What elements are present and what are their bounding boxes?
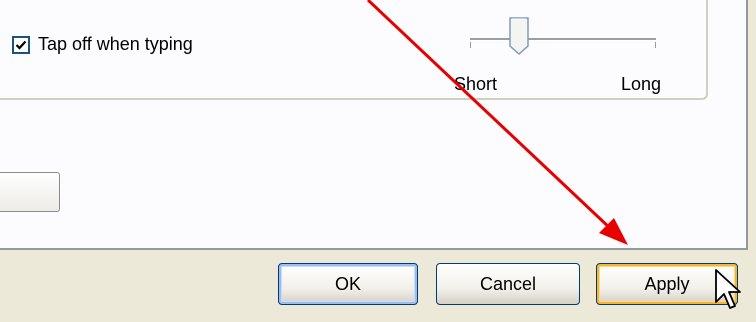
timeout-slider[interactable]	[470, 16, 660, 56]
apply-button[interactable]: Apply	[596, 263, 738, 305]
properties-dialog: Tap off when typing Short Long OK Cancel…	[0, 0, 756, 322]
checkmark-icon	[15, 40, 27, 50]
tap-off-when-typing-checkbox[interactable]	[12, 35, 30, 54]
ok-button[interactable]: OK	[278, 263, 418, 305]
slider-thumb-icon[interactable]	[508, 16, 532, 56]
tap-off-when-typing-option[interactable]: Tap off when typing	[12, 34, 193, 55]
tab-panel: Tap off when typing Short Long	[0, 0, 748, 250]
tap-off-when-typing-label: Tap off when typing	[38, 34, 193, 54]
slider-min-label: Short	[454, 74, 498, 94]
cancel-button[interactable]: Cancel	[436, 263, 580, 305]
settings-button[interactable]	[0, 172, 60, 212]
slider-max-label: Long	[621, 74, 662, 94]
slider-track[interactable]	[470, 38, 656, 41]
touchpad-settings-group: Tap off when typing Short Long	[0, 0, 708, 100]
slider-tick	[470, 42, 471, 48]
slider-tick	[655, 42, 656, 48]
